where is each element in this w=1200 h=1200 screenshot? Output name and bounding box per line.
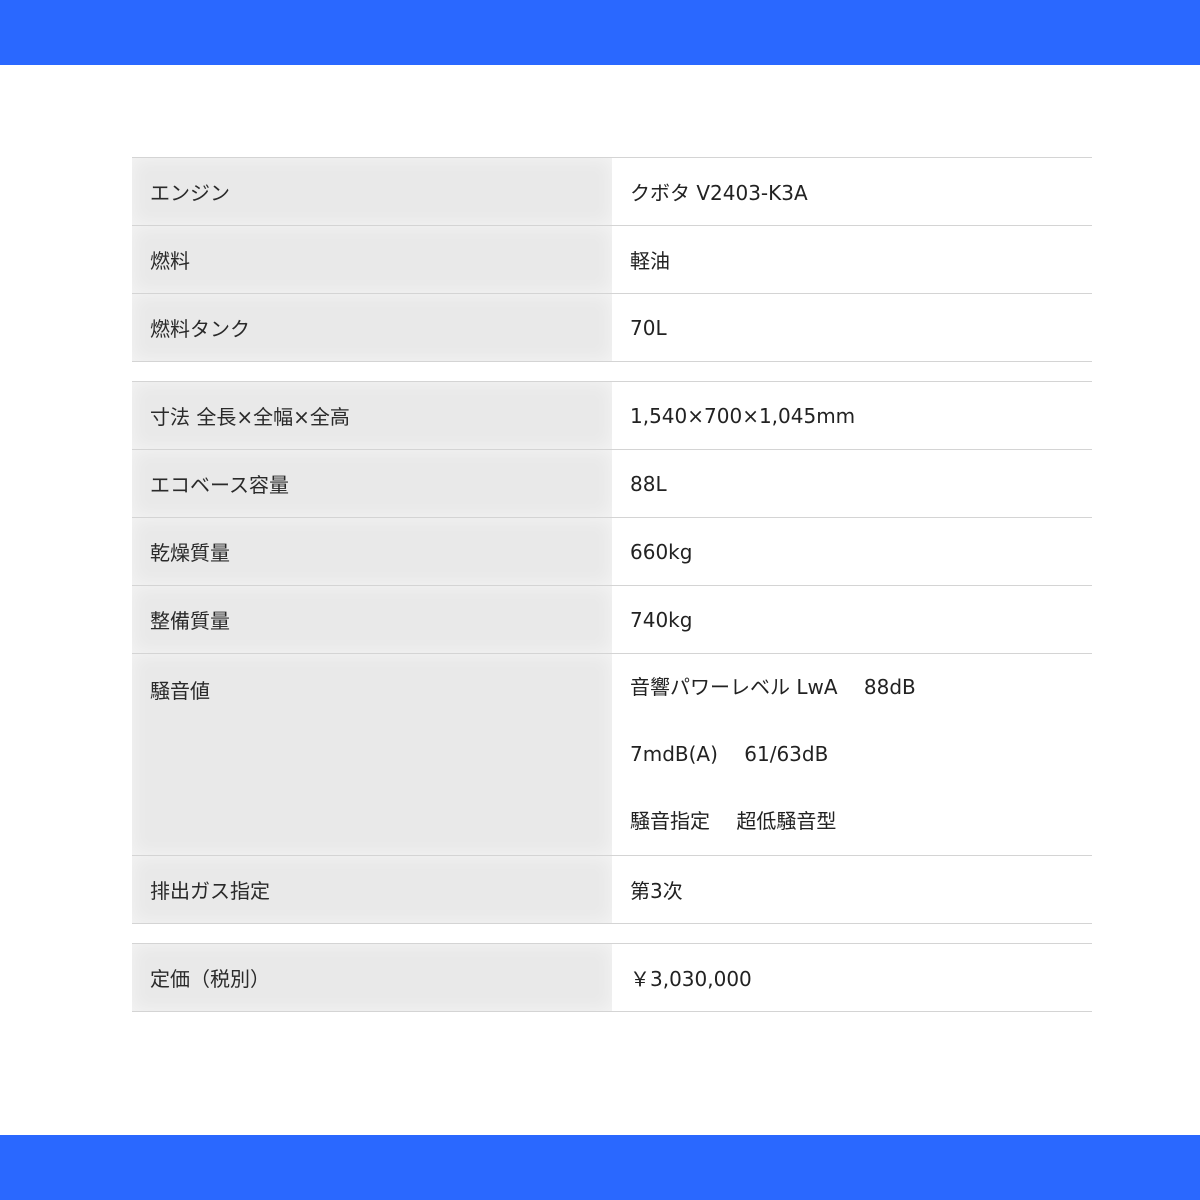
noise-designation: 騒音指定 超低騒音型 <box>630 809 837 833</box>
spec-table-engine: エンジン クボタ V2403-K3A 燃料 軽油 燃料タンク 70L <box>132 157 1092 362</box>
row-value-dry-mass: 660kg <box>630 539 693 564</box>
noise-7m-level: 7mdB(A) 61/63dB <box>630 742 829 766</box>
row-value-price: ￥3,030,000 <box>630 967 752 991</box>
table-row: 寸法 全長×全幅×全高 1,540×700×1,045mm <box>132 381 1092 450</box>
top-banner <box>0 0 1200 65</box>
table-row: 定価（税別） ￥3,030,000 <box>132 943 1092 1012</box>
row-label-fuel: 燃料 <box>132 225 612 294</box>
row-value-ecobase-capacity: 88L <box>630 471 667 496</box>
row-label-noise: 騒音値 <box>132 653 612 856</box>
row-label-dry-mass: 乾燥質量 <box>132 517 612 586</box>
table-row: 整備質量 740kg <box>132 585 1092 654</box>
spec-table-body: 寸法 全長×全幅×全高 1,540×700×1,045mm エコベース容量 88… <box>132 381 1092 924</box>
table-row: エンジン クボタ V2403-K3A <box>132 157 1092 226</box>
row-label-dimensions: 寸法 全長×全幅×全高 <box>132 381 612 450</box>
table-row: 燃料タンク 70L <box>132 293 1092 362</box>
table-row: 騒音値 音響パワーレベル LwA 88dB 7mdB(A) 61/63dB 騒音… <box>132 653 1092 856</box>
row-label-operating-mass: 整備質量 <box>132 585 612 654</box>
row-value-fuel: 軽油 <box>630 249 670 273</box>
row-value-engine: クボタ V2403-K3A <box>630 181 808 205</box>
bottom-banner <box>0 1135 1200 1200</box>
row-value-noise: 音響パワーレベル LwA 88dB 7mdB(A) 61/63dB 騒音指定 超… <box>612 654 1092 856</box>
table-row: 燃料 軽油 <box>132 225 1092 294</box>
spec-table-price: 定価（税別） ￥3,030,000 <box>132 943 1092 1012</box>
row-label-fuel-tank: 燃料タンク <box>132 293 612 362</box>
row-label-ecobase-capacity: エコベース容量 <box>132 449 612 518</box>
row-value-fuel-tank: 70L <box>630 315 667 340</box>
row-label-price: 定価（税別） <box>132 943 612 1012</box>
row-value-emission: 第3次 <box>630 879 683 903</box>
row-label-emission: 排出ガス指定 <box>132 855 612 924</box>
row-label-engine: エンジン <box>132 157 612 226</box>
noise-sound-power: 音響パワーレベル LwA 88dB <box>630 675 916 699</box>
table-row: 排出ガス指定 第3次 <box>132 855 1092 924</box>
table-row: エコベース容量 88L <box>132 449 1092 518</box>
table-row: 乾燥質量 660kg <box>132 517 1092 586</box>
row-value-dimensions: 1,540×700×1,045mm <box>630 403 856 428</box>
row-value-operating-mass: 740kg <box>630 607 693 632</box>
